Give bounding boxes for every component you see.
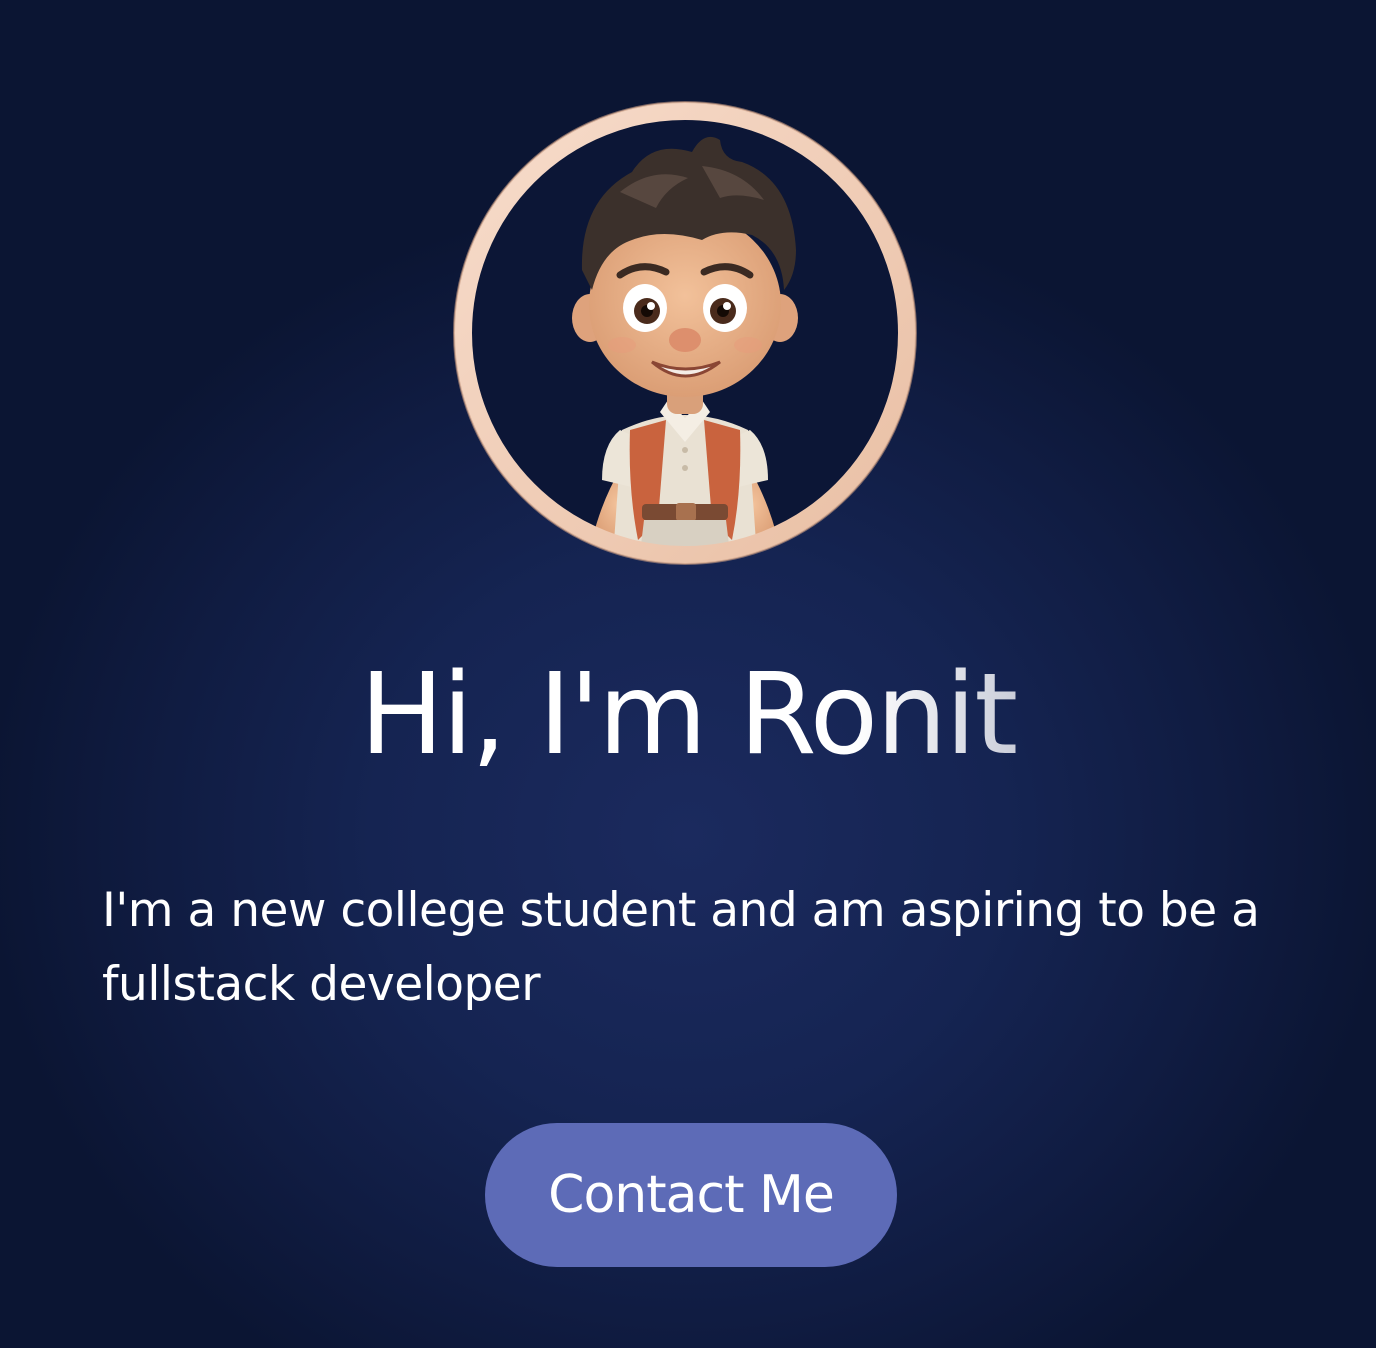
hero-section: Hi, I'm Ronit I'm a new college student … xyxy=(0,0,1376,1348)
page-title: Hi, I'm Ronit xyxy=(0,640,1376,790)
avatar-illustration xyxy=(453,101,917,565)
avatar xyxy=(452,100,918,566)
contact-me-button[interactable]: Contact Me xyxy=(485,1123,897,1267)
bio-text: I'm a new college student and am aspirin… xyxy=(102,883,1260,1012)
